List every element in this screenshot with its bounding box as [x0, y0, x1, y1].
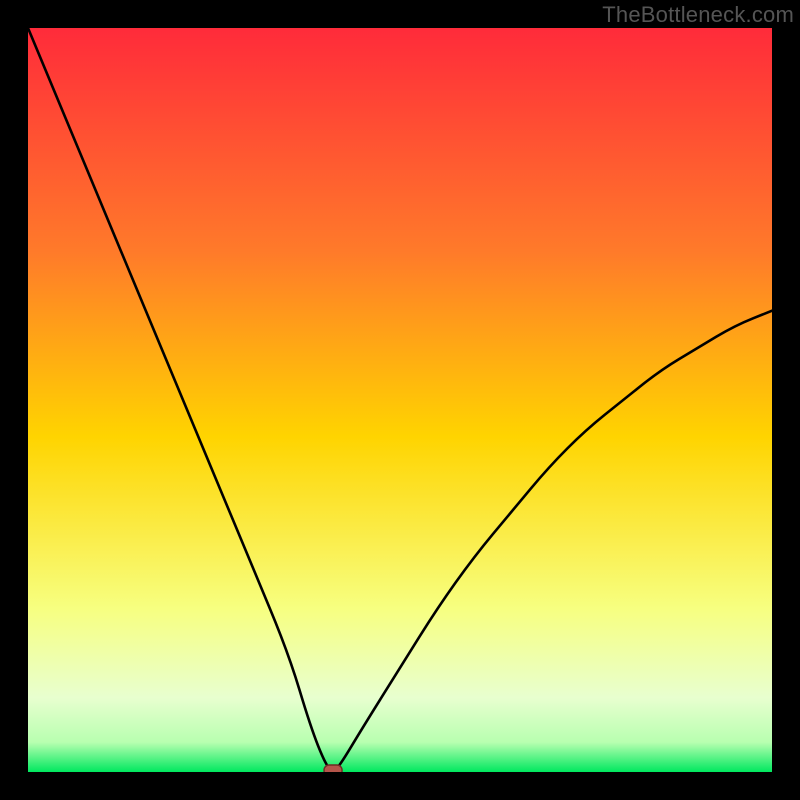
optimal-marker: [324, 765, 342, 772]
watermark-text: TheBottleneck.com: [602, 2, 794, 28]
plot-area: [28, 28, 772, 772]
chart-frame: TheBottleneck.com: [0, 0, 800, 800]
gradient-background: [28, 28, 772, 772]
chart-svg: [28, 28, 772, 772]
